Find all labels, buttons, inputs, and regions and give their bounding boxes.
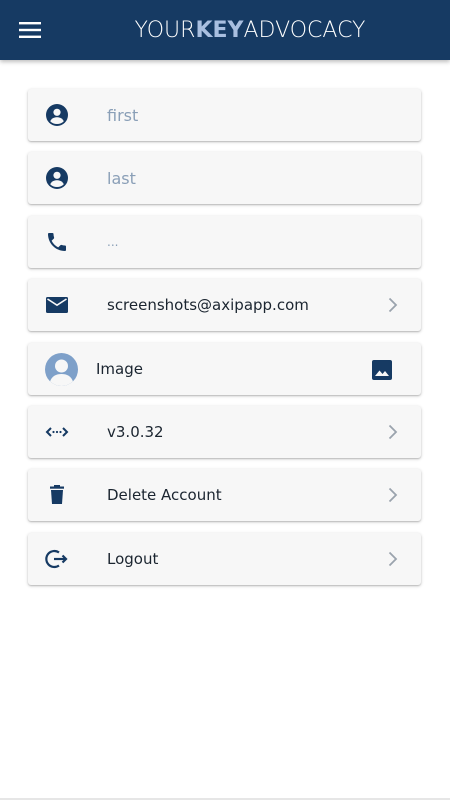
chevron-right-icon	[388, 551, 398, 566]
avatar-placeholder-icon	[49, 359, 74, 386]
last-name-input[interactable]: last	[107, 152, 136, 204]
first-name-field[interactable]: first	[28, 89, 421, 141]
logout-row[interactable]: Logout	[28, 532, 421, 585]
phone-field[interactable]: ...	[28, 215, 421, 268]
first-name-input[interactable]: first	[107, 89, 138, 141]
title-part-your: YOUR	[134, 17, 196, 43]
avatar	[45, 352, 78, 386]
chevron-right-icon	[388, 298, 398, 313]
account-circle-icon	[46, 104, 68, 126]
phone-icon	[48, 232, 66, 251]
title-part-key: KEY	[195, 17, 244, 43]
hamburger-menu-icon	[19, 22, 41, 38]
image-label: Image	[96, 359, 143, 378]
logout-icon	[45, 549, 68, 568]
title-part-advocacy: ADVOCACY	[243, 17, 366, 43]
version-row[interactable]: v3.0.32	[28, 405, 421, 458]
mail-icon	[46, 297, 68, 314]
code-icon	[45, 427, 69, 437]
email-row[interactable]: screenshots@axipapp.com	[28, 279, 421, 332]
phone-value[interactable]: ...	[107, 216, 118, 268]
version-value: v3.0.32	[107, 422, 164, 441]
account-circle-icon	[46, 167, 68, 190]
delete-account-label: Delete Account	[107, 486, 222, 505]
app-bar: YOUR KEY ADVOCACY	[0, 0, 450, 60]
profile-settings-list: first last ... screenshots@axipapp.com I…	[28, 89, 421, 596]
delete-account-row[interactable]: Delete Account	[28, 469, 421, 522]
image-icon[interactable]	[371, 359, 393, 381]
chevron-right-icon	[388, 488, 398, 503]
last-name-field[interactable]: last	[28, 152, 421, 205]
app-title: YOUR KEY ADVOCACY	[120, 0, 380, 60]
trash-icon	[50, 485, 64, 505]
logout-label: Logout	[107, 549, 159, 568]
menu-button[interactable]	[10, 12, 50, 48]
chevron-right-icon	[388, 424, 398, 440]
image-row[interactable]: Image	[28, 342, 421, 395]
email-value: screenshots@axipapp.com	[107, 296, 309, 315]
